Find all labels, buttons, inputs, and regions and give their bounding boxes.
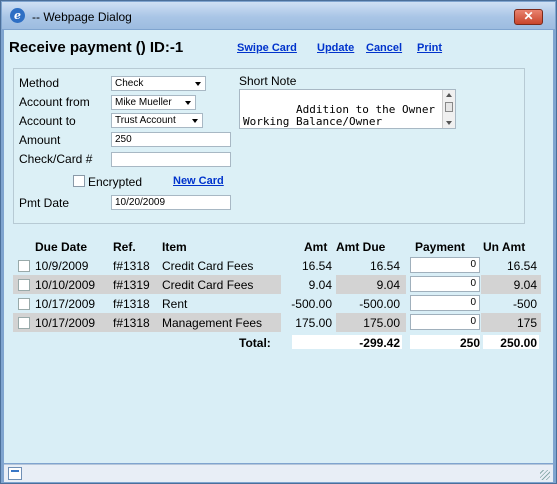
due-date: 10/9/2009 bbox=[35, 259, 89, 273]
dialog-window: e -- Webpage Dialog ✕ Receive payment ()… bbox=[0, 0, 557, 484]
account-to-select[interactable]: Trust Account bbox=[111, 113, 203, 128]
short-note-text: Addition to the Owner Working Balance/Ow… bbox=[243, 102, 436, 128]
chevron-down-icon bbox=[195, 82, 201, 86]
table-row: 10/17/2009 f#1318 Management Fees 175.00… bbox=[13, 313, 541, 332]
col-item: Item bbox=[162, 240, 187, 254]
total-row: Total: -299.42 250 250.00 bbox=[13, 333, 541, 352]
due-date: 10/10/2009 bbox=[35, 278, 96, 292]
un-amt: 9.04 bbox=[513, 278, 537, 292]
check-card-input[interactable] bbox=[111, 152, 231, 167]
close-button[interactable]: ✕ bbox=[514, 9, 543, 25]
row-checkbox[interactable] bbox=[18, 279, 30, 291]
window-title: -- Webpage Dialog bbox=[32, 10, 132, 24]
scroll-down-icon[interactable] bbox=[446, 121, 452, 125]
update-link[interactable]: Update bbox=[317, 42, 354, 54]
amt-due: -500.00 bbox=[359, 297, 400, 311]
col-amt-due: Amt Due bbox=[336, 240, 386, 254]
title-bar[interactable]: e -- Webpage Dialog ✕ bbox=[2, 2, 555, 29]
encrypted-checkbox[interactable] bbox=[73, 175, 85, 187]
col-amt: Amt bbox=[304, 240, 328, 254]
ref: f#1318 bbox=[113, 259, 150, 273]
table-row: 10/17/2009 f#1318 Rent -500.00 -500.00 0… bbox=[13, 294, 541, 313]
amt-due: 9.04 bbox=[376, 278, 400, 292]
total-un-amt: 250.00 bbox=[500, 336, 537, 350]
payment-input[interactable]: 0 bbox=[410, 295, 480, 311]
resize-grip[interactable] bbox=[540, 470, 550, 480]
item: Credit Card Fees bbox=[162, 259, 254, 273]
due-date: 10/17/2009 bbox=[35, 316, 96, 330]
short-note-label: Short Note bbox=[239, 74, 297, 88]
un-amt: 16.54 bbox=[506, 259, 537, 273]
ref: f#1319 bbox=[113, 278, 150, 292]
account-from-label: Account from bbox=[19, 95, 90, 109]
payment-form-panel: Method Check Account from Mike Mueller A… bbox=[13, 68, 525, 224]
amt: 9.04 bbox=[308, 278, 332, 292]
table-row: 10/9/2009 f#1318 Credit Card Fees 16.54 … bbox=[13, 256, 541, 275]
amt-due: 175.00 bbox=[363, 316, 400, 330]
item: Rent bbox=[162, 297, 188, 311]
amt: -500.00 bbox=[291, 297, 332, 311]
page-icon bbox=[8, 467, 22, 480]
note-scrollbar[interactable] bbox=[442, 90, 455, 128]
check-card-label: Check/Card # bbox=[19, 152, 93, 166]
amt: 175.00 bbox=[295, 316, 332, 330]
col-due-date: Due Date bbox=[35, 240, 88, 254]
account-to-label: Account to bbox=[19, 114, 76, 128]
short-note-textarea[interactable]: Addition to the Owner Working Balance/Ow… bbox=[239, 89, 456, 129]
payment-input[interactable]: 0 bbox=[410, 276, 480, 292]
payment-input[interactable]: 0 bbox=[410, 314, 480, 330]
total-label: Total: bbox=[239, 336, 271, 350]
scroll-thumb[interactable] bbox=[445, 102, 453, 112]
swipe-card-link[interactable]: Swipe Card bbox=[237, 42, 297, 54]
amount-input[interactable]: 250 bbox=[111, 132, 231, 147]
col-ref: Ref. bbox=[113, 240, 136, 254]
account-from-value: Mike Mueller bbox=[115, 97, 172, 108]
account-to-value: Trust Account bbox=[115, 115, 176, 126]
amt-due: 16.54 bbox=[369, 259, 400, 273]
due-date: 10/17/2009 bbox=[35, 297, 96, 311]
encrypted-label: Encrypted bbox=[88, 175, 143, 189]
account-from-select[interactable]: Mike Mueller bbox=[111, 95, 196, 110]
un-amt: 175 bbox=[516, 316, 537, 330]
total-amt-due: -299.42 bbox=[359, 336, 400, 350]
un-amt: -500 bbox=[512, 297, 537, 311]
new-card-link[interactable]: New Card bbox=[173, 175, 224, 187]
amt: 16.54 bbox=[301, 259, 332, 273]
scroll-up-icon[interactable] bbox=[446, 93, 452, 97]
payment-input[interactable]: 0 bbox=[410, 257, 480, 273]
page-title: Receive payment () ID:-1 bbox=[9, 39, 184, 56]
ie-icon: e bbox=[10, 8, 25, 23]
method-value: Check bbox=[115, 78, 144, 89]
pmt-date-input[interactable]: 10/20/2009 bbox=[111, 195, 231, 210]
ref: f#1318 bbox=[113, 297, 150, 311]
row-checkbox[interactable] bbox=[18, 317, 30, 329]
item: Management Fees bbox=[162, 316, 263, 330]
pmt-date-label: Pmt Date bbox=[19, 196, 70, 210]
print-link[interactable]: Print bbox=[417, 42, 442, 54]
dialog-content: Receive payment () ID:-1 Swipe Card Upda… bbox=[4, 30, 553, 463]
status-bar bbox=[4, 464, 553, 482]
table-row: 10/10/2009 f#1319 Credit Card Fees 9.04 … bbox=[13, 275, 541, 294]
total-payment: 250 bbox=[459, 336, 480, 350]
row-checkbox[interactable] bbox=[18, 260, 30, 272]
method-select[interactable]: Check bbox=[111, 76, 206, 91]
col-un-amt: Un Amt bbox=[483, 240, 526, 254]
cancel-link[interactable]: Cancel bbox=[366, 42, 402, 54]
chevron-down-icon bbox=[192, 119, 198, 123]
row-checkbox[interactable] bbox=[18, 298, 30, 310]
item: Credit Card Fees bbox=[162, 278, 254, 292]
amount-label: Amount bbox=[19, 133, 61, 147]
chevron-down-icon bbox=[185, 101, 191, 105]
method-label: Method bbox=[19, 76, 60, 90]
ref: f#1318 bbox=[113, 316, 150, 330]
col-payment: Payment bbox=[415, 240, 466, 254]
